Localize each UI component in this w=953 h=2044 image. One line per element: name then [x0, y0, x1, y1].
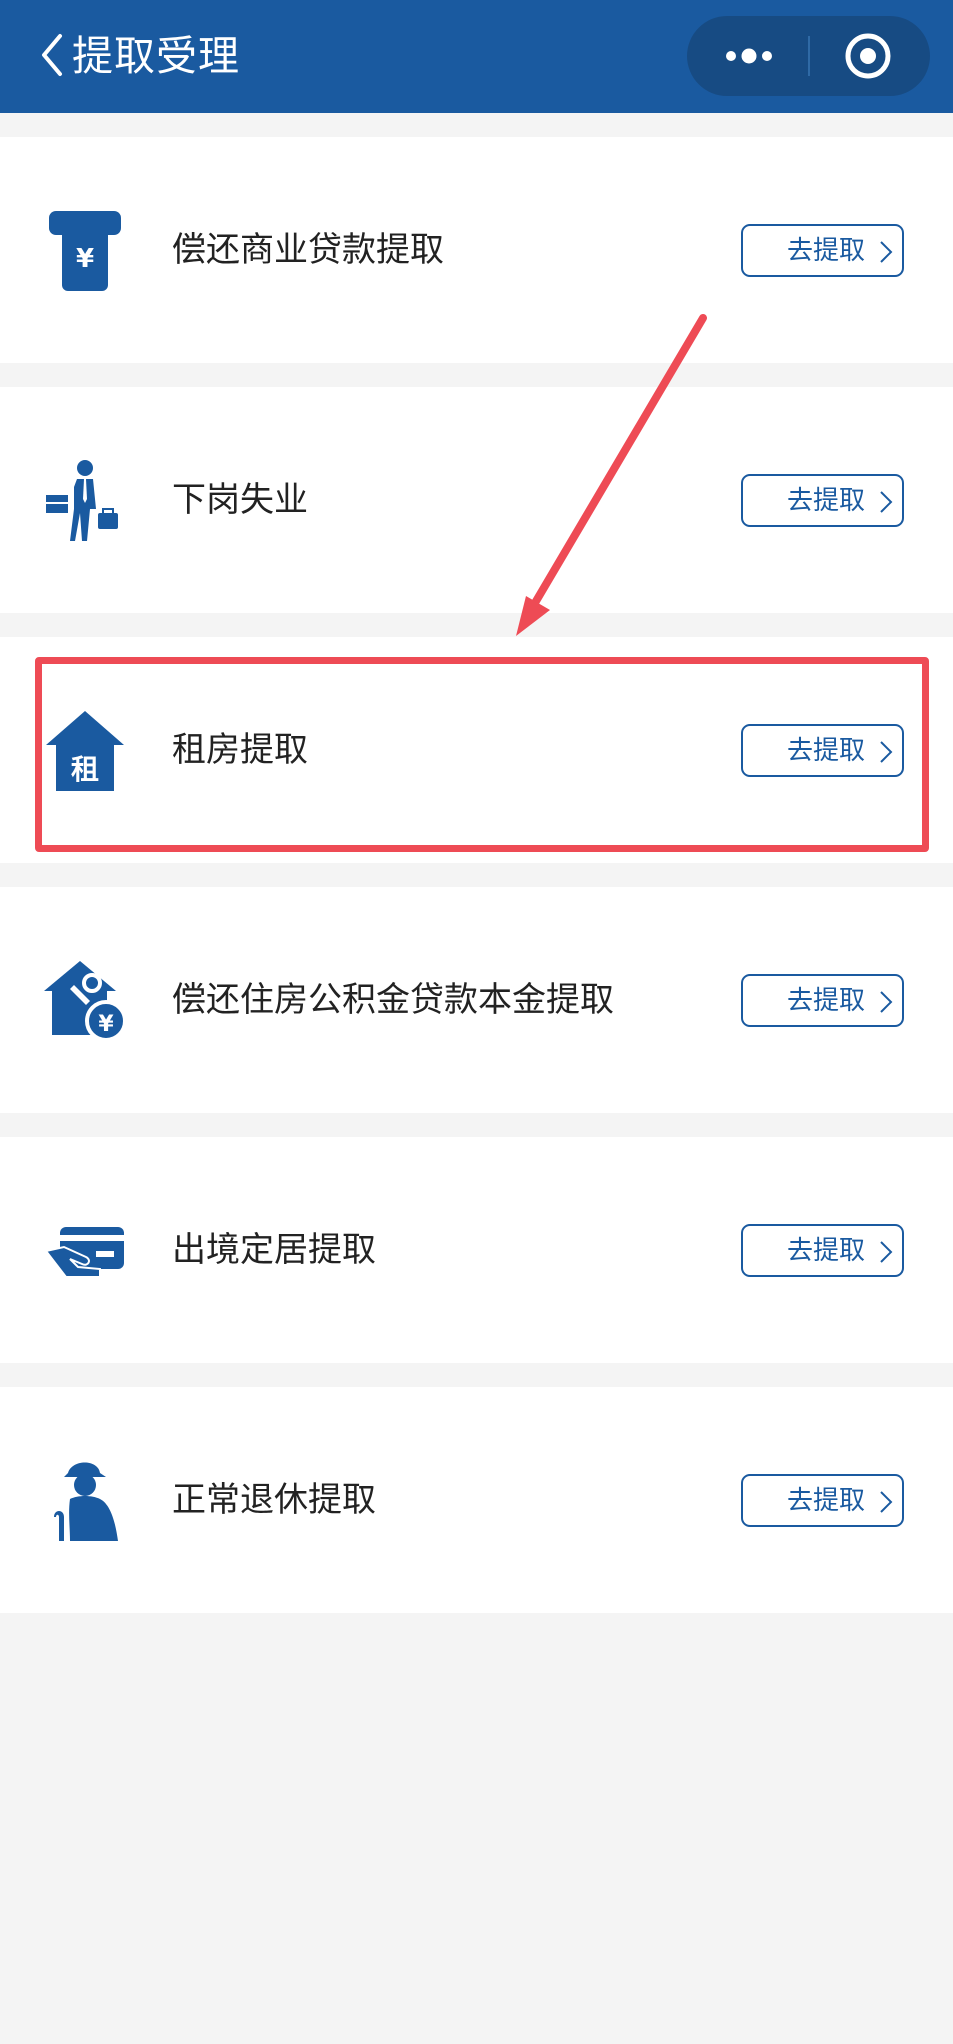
- annotation-arrow: [516, 314, 707, 636]
